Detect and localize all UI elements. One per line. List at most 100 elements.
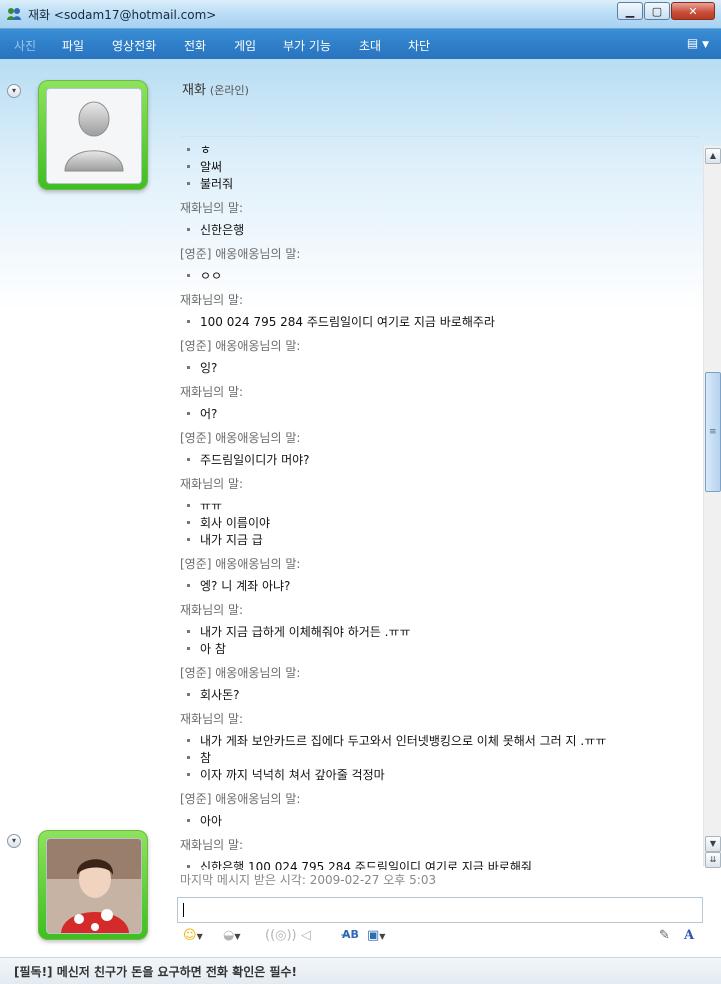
default-user-icon <box>47 89 141 183</box>
nudge-icon: ((◎)) <box>265 928 297 943</box>
maximize-icon: ▢ <box>651 4 663 18</box>
sender-label: [영준] 애옹애옹님의 말: <box>180 247 301 261</box>
scroll-end-button[interactable]: ⇊ <box>705 852 721 868</box>
background-button[interactable]: ▣▼ <box>367 928 385 943</box>
message-text: 참 <box>180 749 211 766</box>
message-text: 내가 지금 급 <box>180 531 263 548</box>
handwriting-button[interactable]: ✎ <box>659 928 670 943</box>
menu-add-ons[interactable]: 부가 기능 <box>283 37 331 54</box>
chevron-down-icon: ▼ <box>196 932 203 941</box>
spelling-button[interactable]: A̶B <box>342 928 359 941</box>
maximize-button[interactable]: ▢ <box>644 2 670 20</box>
menu-call[interactable]: 전화 <box>184 37 206 54</box>
menu-file[interactable]: 파일 <box>62 37 84 54</box>
message-text: 이자 까지 넉넉히 쳐서 갚아줄 걱정마 <box>180 766 385 783</box>
wink-button[interactable]: ◒▼ <box>223 928 241 943</box>
message-text: ㅠㅠ <box>180 497 222 514</box>
sender-label: 재화님의 말: <box>180 838 244 852</box>
text-caret <box>183 903 184 917</box>
voice-clip-button[interactable]: ◁ <box>301 928 311 943</box>
messenger-icon <box>7 8 21 20</box>
close-button[interactable]: ✕ <box>671 2 715 20</box>
chevron-down-icon: ▼ <box>234 932 241 941</box>
window-controls: ▁ ▢ ✕ <box>617 2 715 20</box>
smiley-icon: ☺ <box>183 928 197 943</box>
contact-name: 재화 <box>182 83 206 98</box>
menu-photo[interactable]: 사진 <box>14 37 36 54</box>
collapse-self-button[interactable]: ▾ <box>7 834 21 848</box>
message-text: 신한은행 100 024 795 284 주드림일이디 여기로 지금 바로해줘 <box>180 858 532 870</box>
message-text: 내가 지금 급하게 이체해줘야 하거든 .ㅠㅠ <box>180 623 411 640</box>
scroll-end-icon: ⇊ <box>709 855 717 864</box>
sender-label: [영준] 애옹애옹님의 말: <box>180 339 301 353</box>
message-text: 아아 <box>180 812 222 829</box>
message-text: 아 참 <box>180 640 226 657</box>
menu-invite[interactable]: 초대 <box>359 37 381 54</box>
message-text: 100 024 795 284 주드림일이디 여기로 지금 바로해주라 <box>180 313 495 330</box>
chevron-down-icon: ▾ <box>11 836 16 845</box>
contact-header: 재화 (온라인) <box>182 79 249 98</box>
sender-label: 재화님의 말: <box>180 712 244 726</box>
sender-label: 재화님의 말: <box>180 603 244 617</box>
picture-icon: ▣ <box>367 928 380 943</box>
sender-label: [영준] 애옹애옹님의 말: <box>180 666 301 680</box>
message-text: 주드림일이디가 머야? <box>180 451 310 468</box>
menu-video-call[interactable]: 영상전화 <box>112 37 156 54</box>
scroll-thumb[interactable]: ≡ <box>705 372 721 492</box>
voice-clip-icon: ◁ <box>301 928 311 943</box>
sender-label: [영준] 애옹애옹님의 말: <box>180 431 301 445</box>
emoticon-button[interactable]: ☺▼ <box>183 928 203 943</box>
conversation-scrollbar[interactable]: ▲ ≡ ▼ ⇊ <box>703 146 721 868</box>
message-text: 회사 이름이야 <box>180 514 270 531</box>
close-icon: ✕ <box>688 4 698 18</box>
self-avatar-image <box>46 838 142 934</box>
chevron-down-icon: ▼ <box>379 932 386 941</box>
user-photo-icon <box>47 839 141 933</box>
message-text: 엥? 니 계좌 아냐? <box>180 577 290 594</box>
security-warning[interactable]: [필독!] 메신저 친구가 돈을 요구하면 전화 확인은 필수! <box>14 963 297 980</box>
nudge-button[interactable]: ((◎)) <box>265 928 297 943</box>
contact-avatar[interactable] <box>38 80 148 190</box>
message-text: 내가 게좌 보안카드르 집에다 두고와서 인터넷뱅킹으로 이체 못해서 그러 지… <box>180 732 606 749</box>
window-menu-button[interactable]: ▤ ▼ <box>687 36 709 50</box>
sender-label: 재화님의 말: <box>180 477 244 491</box>
message-text: 어? <box>180 405 217 422</box>
last-received-time: 마지막 메시지 받은 시각: 2009-02-27 오후 5:03 <box>180 873 437 887</box>
spell-check-icon: A̶B <box>342 928 359 941</box>
grip-icon: ≡ <box>709 427 717 437</box>
sender-label: 재화님의 말: <box>180 201 244 215</box>
sender-label: 재화님의 말: <box>180 385 244 399</box>
font-icon: A <box>684 928 695 943</box>
menu-game[interactable]: 게임 <box>234 37 256 54</box>
menu-block[interactable]: 차단 <box>408 37 430 54</box>
sender-label: 재화님의 말: <box>180 293 244 307</box>
scroll-up-button[interactable]: ▲ <box>705 148 721 164</box>
arrow-down-icon: ▼ <box>709 839 717 848</box>
self-avatar[interactable] <box>38 830 148 940</box>
conversation-history[interactable]: ㅎ 알써 불러줘 재화님의 말: 신한은행 [영준] 애옹애옹님의 말: ㅇㅇ 재화님의 말:… <box>180 141 704 870</box>
contact-status: (온라인) <box>209 84 249 97</box>
message-text: ㅎ <box>180 141 211 158</box>
status-footer: [필독!] 메신저 친구가 돈을 요구하면 전화 확인은 필수! <box>0 957 721 984</box>
chevron-down-icon: ▾ <box>11 86 16 95</box>
scroll-down-button[interactable]: ▼ <box>705 836 721 852</box>
font-button[interactable]: A <box>684 928 694 943</box>
message-input[interactable] <box>177 897 703 923</box>
title-bar: 재화 <sodam17@hotmail.com> ▁ ▢ ✕ <box>0 0 721 29</box>
menu-bar: 사진 파일 영상전화 전화 게임 부가 기능 초대 차단 ▤ ▼ <box>0 29 721 59</box>
message-text: 회사돈? <box>180 686 240 703</box>
arrow-up-icon: ▲ <box>709 151 717 160</box>
message-text: 불러줘 <box>180 175 233 192</box>
minimize-icon: ▁ <box>625 4 635 18</box>
input-toolbar: ☺▼ ◒▼ ((◎)) ◁ A̶B ▣▼ ✎ A <box>177 925 703 949</box>
message-text: 신한은행 <box>180 221 244 238</box>
sender-label: [영준] 애옹애옹님의 말: <box>180 792 301 806</box>
sender-label: [영준] 애옹애옹님의 말: <box>180 557 301 571</box>
pen-icon: ✎ <box>659 928 670 943</box>
message-text: ㅇㅇ <box>180 267 222 284</box>
collapse-contact-button[interactable]: ▾ <box>7 84 21 98</box>
contact-avatar-image <box>46 88 142 184</box>
window-title: 재화 <sodam17@hotmail.com> <box>28 8 217 22</box>
chevron-down-icon: ▼ <box>702 40 709 50</box>
minimize-button[interactable]: ▁ <box>617 2 643 20</box>
